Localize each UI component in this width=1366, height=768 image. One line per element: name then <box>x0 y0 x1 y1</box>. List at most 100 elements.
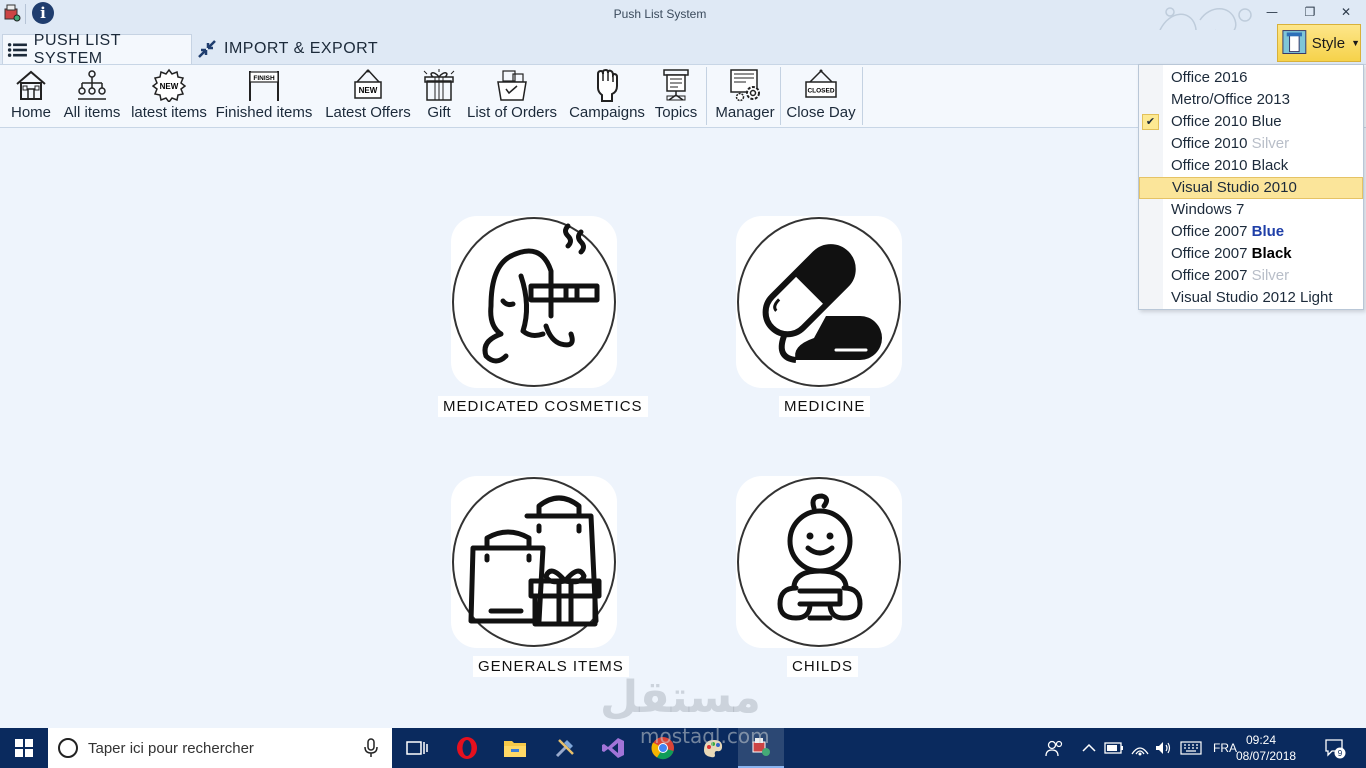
ribbon-label: Campaigns <box>569 104 645 121</box>
category-tile[interactable] <box>736 476 902 648</box>
taskbar-search-box[interactable]: Taper ici pour rechercher <box>48 728 392 768</box>
window-title: Push List System <box>613 7 707 21</box>
ribbon-tabs: PUSH LIST SYSTEM IMPORT & EXPORT <box>0 30 1366 67</box>
chevron-down-icon: ▼ <box>1351 38 1360 48</box>
minimize-icon[interactable]: — <box>1264 4 1280 20</box>
ribbon-latest-offers-button[interactable]: NEW Latest Offers <box>320 67 416 125</box>
new-sign-icon: NEW <box>354 69 382 99</box>
notifications-icon[interactable]: 9 <box>1324 728 1346 768</box>
system-clock[interactable]: 09:24 08/07/2018 <box>1236 732 1296 764</box>
style-dropdown-menu: Office 2016 Metro/Office 2013 ✔ Office 2010… <box>1138 64 1364 310</box>
closed-sign-icon: CLOSED <box>805 69 837 98</box>
category-tile[interactable] <box>451 476 617 648</box>
tools-icon[interactable] <box>542 728 588 768</box>
category-label[interactable]: MEDICINE <box>779 396 871 417</box>
notification-count: 9 <box>1338 749 1343 758</box>
menu-item-text: Silver <box>1251 267 1290 284</box>
style-menu-item[interactable]: Office 2010 Black <box>1139 155 1363 177</box>
ribbon-label: Latest Offers <box>325 104 411 121</box>
tab-push-list-system[interactable]: PUSH LIST SYSTEM <box>2 32 192 67</box>
ribbon-latest-items-button[interactable]: NEW latest items <box>128 67 210 125</box>
clock-time: 09:24 <box>1245 733 1277 747</box>
ribbon-topics-button[interactable]: Topics <box>652 67 700 125</box>
menu-item-text: Office 2007 <box>1171 245 1252 262</box>
badge-text: NEW <box>359 86 378 95</box>
microphone-icon[interactable] <box>364 738 378 758</box>
badge-text: FINISH <box>253 75 275 82</box>
restore-icon[interactable]: ❐ <box>1302 4 1318 20</box>
style-menu-item[interactable]: Windows 7 <box>1139 199 1363 221</box>
people-icon[interactable] <box>1044 728 1064 768</box>
category-tile[interactable] <box>451 216 617 388</box>
watermark-logo: مستقل <box>600 672 761 723</box>
ribbon-close-day-button[interactable]: CLOSED Close Day <box>784 67 858 125</box>
finish-flag-icon: FINISH <box>249 71 279 101</box>
badge-text: CLOSED <box>807 88 834 95</box>
style-menu-item[interactable]: Office 2007 Black <box>1139 243 1363 265</box>
cortana-icon <box>58 738 78 758</box>
ribbon-list-of-orders-button[interactable]: List of Orders <box>462 67 562 125</box>
hierarchy-icon <box>78 70 106 100</box>
ribbon-label: All items <box>63 104 121 121</box>
menu-icon <box>7 42 27 57</box>
style-menu-item[interactable]: Office 2007 Silver <box>1139 265 1363 287</box>
visual-studio-icon[interactable] <box>590 728 636 768</box>
start-button[interactable] <box>0 728 48 768</box>
menu-item-text: Metro/Office 2013 <box>1171 91 1290 108</box>
ribbon-label: Gift <box>427 104 451 121</box>
tab-import-export[interactable]: IMPORT & EXPORT <box>196 34 378 64</box>
chevron-up-icon[interactable] <box>1082 728 1096 768</box>
style-button-label: Style <box>1311 34 1346 52</box>
volume-icon[interactable] <box>1154 728 1172 768</box>
menu-item-text: Black <box>1251 245 1292 262</box>
cosmetics-woman-icon <box>452 217 616 387</box>
tab-label: PUSH LIST SYSTEM <box>33 31 121 67</box>
ribbon-label: Finished items <box>215 104 313 121</box>
ribbon-label: Manager <box>715 104 775 121</box>
ribbon-label: Topics <box>654 104 698 121</box>
raised-fist-icon <box>597 68 618 102</box>
arrows-in-icon <box>198 40 216 58</box>
category-label[interactable]: CHILDS <box>787 656 859 677</box>
ribbon-label: List of Orders <box>466 104 558 121</box>
menu-item-text: Blue <box>1251 223 1285 240</box>
style-menu-item[interactable]: Office 2016 <box>1139 67 1363 89</box>
opera-icon[interactable] <box>444 728 490 768</box>
ribbon-campaigns-button[interactable]: Campaigns <box>566 67 648 125</box>
style-button[interactable]: Style ▼ <box>1277 24 1361 62</box>
keyboard-icon[interactable] <box>1180 728 1202 768</box>
close-icon[interactable]: ✕ <box>1338 4 1354 20</box>
badge-text: NEW <box>160 82 179 91</box>
ribbon-all-items-button[interactable]: All items <box>60 67 124 125</box>
style-menu-item[interactable]: Office 2007 Blue <box>1139 221 1363 243</box>
checkmark-icon: ✔ <box>1142 114 1159 130</box>
ribbon-gift-button[interactable]: Gift <box>420 67 458 125</box>
ribbon-finished-items-button[interactable]: FINISH Finished items <box>214 67 314 125</box>
monitor-gear-icon <box>730 69 760 102</box>
style-menu-item[interactable]: Office 2010 Silver <box>1139 133 1363 155</box>
network-icon[interactable] <box>1130 728 1150 768</box>
presentation-icon <box>663 69 689 101</box>
ribbon-home-button[interactable]: Home <box>6 67 56 125</box>
category-tile[interactable] <box>736 216 902 388</box>
windows-logo-icon <box>15 739 33 757</box>
ribbon-manager-button[interactable]: Manager <box>712 67 778 125</box>
battery-icon[interactable] <box>1104 728 1124 768</box>
style-menu-item[interactable]: Visual Studio 2012 Light <box>1139 287 1363 309</box>
shopping-basket-icon <box>497 70 527 101</box>
menu-item-text: Windows 7 <box>1171 201 1245 218</box>
style-menu-item[interactable]: Visual Studio 2010 <box>1139 177 1363 199</box>
style-menu-item[interactable]: Metro/Office 2013 <box>1139 89 1363 111</box>
menu-item-text: Office 2010 Black <box>1171 157 1289 174</box>
ribbon-label: Close Day <box>786 104 856 121</box>
menu-item-text: Visual Studio 2010 <box>1172 179 1297 196</box>
tab-label: IMPORT & EXPORT <box>224 40 379 57</box>
task-view-icon[interactable] <box>394 728 440 768</box>
menu-item-text: Visual Studio 2012 Light <box>1171 289 1333 306</box>
new-badge-icon: NEW <box>152 68 186 102</box>
ribbon-label: Home <box>10 104 51 121</box>
file-explorer-icon[interactable] <box>492 728 538 768</box>
category-label[interactable]: MEDICATED COSMETICS <box>438 396 648 417</box>
language-indicator[interactable]: FRA <box>1213 728 1237 768</box>
style-menu-item[interactable]: ✔ Office 2010 Blue <box>1139 111 1363 133</box>
